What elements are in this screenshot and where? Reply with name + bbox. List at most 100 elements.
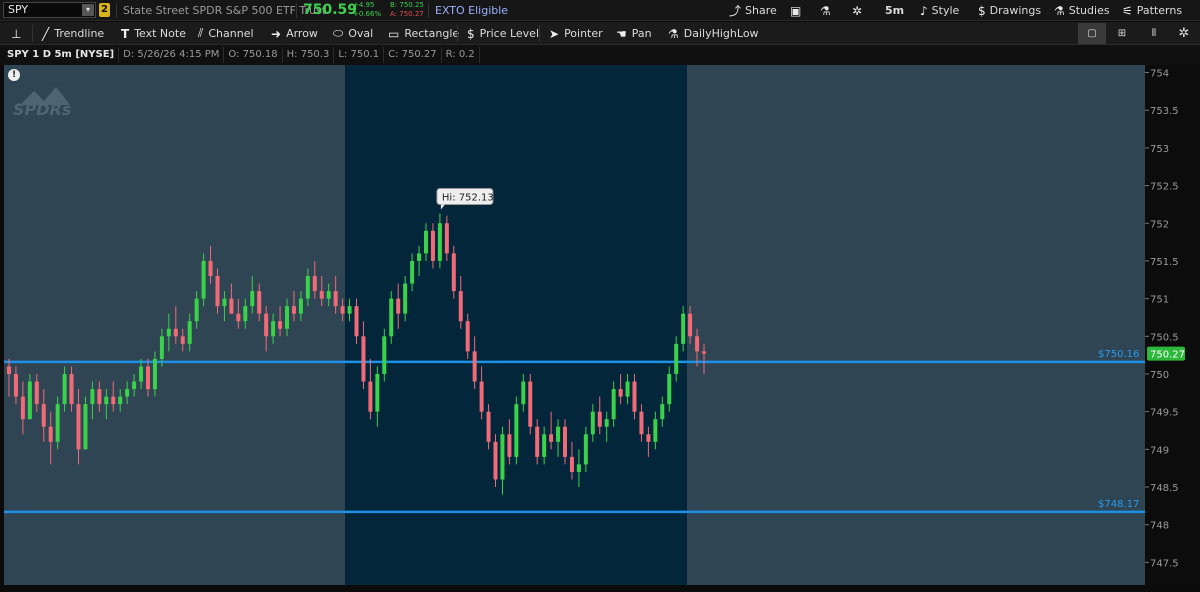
share-label: Share [745, 4, 777, 17]
settings-button[interactable]: ✲ [852, 2, 862, 19]
flask-button[interactable]: ⚗ [820, 2, 831, 19]
link-group-badge[interactable]: 2 [99, 3, 110, 17]
price-chart[interactable]: SPDRs $750.16 $748.17 754 753.5 753 752.5 752… [0, 65, 1200, 588]
candle-body [361, 336, 366, 382]
text-icon: T [121, 26, 130, 41]
channel-tool[interactable]: ⫽ Channel [198, 25, 254, 42]
calendar-button[interactable]: ▣ [790, 2, 801, 19]
bar-range: R: 0.2 [442, 47, 480, 63]
candle-body [7, 366, 11, 374]
candle-body [326, 291, 331, 299]
candle-body [173, 328, 178, 337]
timeframe-label: 5m [885, 4, 905, 17]
arrow-tool[interactable]: ➜ Arrow [271, 25, 318, 42]
price-level-tool[interactable]: $ Price Level [467, 25, 539, 42]
chart-settings-button[interactable]: ✲ [1170, 23, 1198, 44]
candle-body [451, 253, 456, 292]
candle-body [410, 260, 415, 284]
candle-body [118, 396, 123, 405]
hand-icon: ☚ [616, 26, 627, 41]
candle-body [229, 298, 234, 314]
candle-body [639, 411, 644, 435]
tool-label: Text Note [134, 27, 186, 40]
candle-body [194, 298, 199, 322]
grid-layout-button[interactable]: ⊞ [1108, 23, 1136, 44]
candle-body [590, 411, 595, 435]
svg-text:SPDRs: SPDRs [13, 100, 71, 119]
y-tick-label: 753.5 [1150, 106, 1179, 117]
candle-body [132, 381, 137, 390]
flask-icon: ⚗ [668, 26, 679, 41]
pointer-tool[interactable]: ➤ Pointer [549, 25, 603, 42]
alert-icon[interactable]: ! [8, 69, 20, 81]
candle-body [257, 291, 262, 314]
candle-body [271, 321, 276, 337]
candle-body [611, 389, 616, 420]
chevron-down-icon[interactable]: ▾ [82, 4, 94, 16]
studies-button[interactable]: ⚗ Studies [1054, 2, 1110, 19]
price-level-label: $750.16 [1098, 349, 1139, 360]
candle-body [104, 396, 109, 405]
dailyhighlow-tool[interactable]: ⚗ DailyHighLow [668, 25, 759, 42]
candle-body [250, 291, 255, 307]
candle-body [479, 381, 484, 412]
candle-body [208, 260, 213, 277]
bars-button[interactable]: ⦀ [1140, 23, 1168, 44]
bar-close: C: 750.27 [384, 47, 442, 63]
divider [296, 3, 297, 18]
pointer-icon: ➤ [549, 26, 560, 41]
drawings-label: Drawings [989, 4, 1042, 17]
symbol-input[interactable]: SPY ▾ [3, 2, 96, 18]
candlestick-chart[interactable]: SPDRs $750.16 $748.17 754 753.5 753 752.5 752… [0, 65, 1200, 588]
drawings-button[interactable]: $ Drawings [978, 2, 1041, 19]
candle-body [618, 389, 623, 397]
share-button[interactable]: ⤴ Share [729, 2, 777, 19]
gear-icon: ✲ [1178, 26, 1190, 41]
divider [428, 3, 429, 18]
timeframe-button[interactable]: 5m [885, 2, 904, 19]
candle-body [159, 336, 164, 359]
calendar-icon: ▣ [790, 3, 802, 18]
candle-body [41, 404, 46, 427]
candle-body [486, 411, 491, 442]
flask-icon: ⚗ [1054, 3, 1065, 18]
text-note-tool[interactable]: T Text Note [121, 25, 186, 42]
single-layout-button[interactable]: ▢ [1078, 23, 1106, 44]
candle-body [368, 381, 373, 412]
y-tick-label: 747.5 [1150, 558, 1179, 569]
candle-body [667, 373, 672, 405]
y-tick-label: 751.5 [1150, 257, 1179, 268]
dollar-icon: $ [978, 3, 986, 18]
candle-body [695, 336, 700, 352]
channel-icon: ⫽ [198, 26, 204, 40]
candle-body [542, 434, 547, 457]
bar-open: O: 750.18 [224, 47, 283, 63]
candle-body [13, 373, 18, 397]
candle-body [702, 351, 706, 354]
candle-body [236, 313, 241, 322]
bar-high: H: 750.3 [283, 47, 335, 63]
divider [32, 25, 33, 42]
candle-body [514, 404, 519, 457]
pan-tool[interactable]: ☚ Pan [616, 25, 652, 42]
dollar-icon: $ [467, 26, 475, 41]
y-tick-label: 748.5 [1150, 483, 1179, 494]
candle-body [625, 381, 630, 397]
y-tick-label: 750 [1150, 370, 1169, 381]
candle-body [646, 434, 651, 442]
rectangle-tool[interactable]: ▭ Rectangle [388, 25, 459, 42]
percent-change: +0.66% [353, 10, 382, 18]
last-price: 750.59 [303, 2, 358, 18]
trendline-tool[interactable]: ╱ Trendline [42, 25, 104, 42]
patterns-button[interactable]: ⚟ Patterns [1122, 2, 1182, 19]
candle-body [424, 230, 428, 254]
price-level-label: $748.17 [1098, 499, 1139, 510]
exto-eligible-badge: EXTO Eligible [435, 4, 509, 17]
pin-tool[interactable]: ⊥ [11, 25, 21, 42]
tool-label: Pan [631, 27, 652, 40]
symbol-header-bar: SPY ▾ 2 State Street SPDR S&P 500 ETF Tr… [0, 0, 1200, 21]
candle-body [354, 306, 359, 337]
oval-tool[interactable]: ⬭ Oval [333, 25, 373, 42]
share-icon: ⤴ [729, 4, 742, 18]
style-button[interactable]: ♪ Style [920, 2, 959, 19]
